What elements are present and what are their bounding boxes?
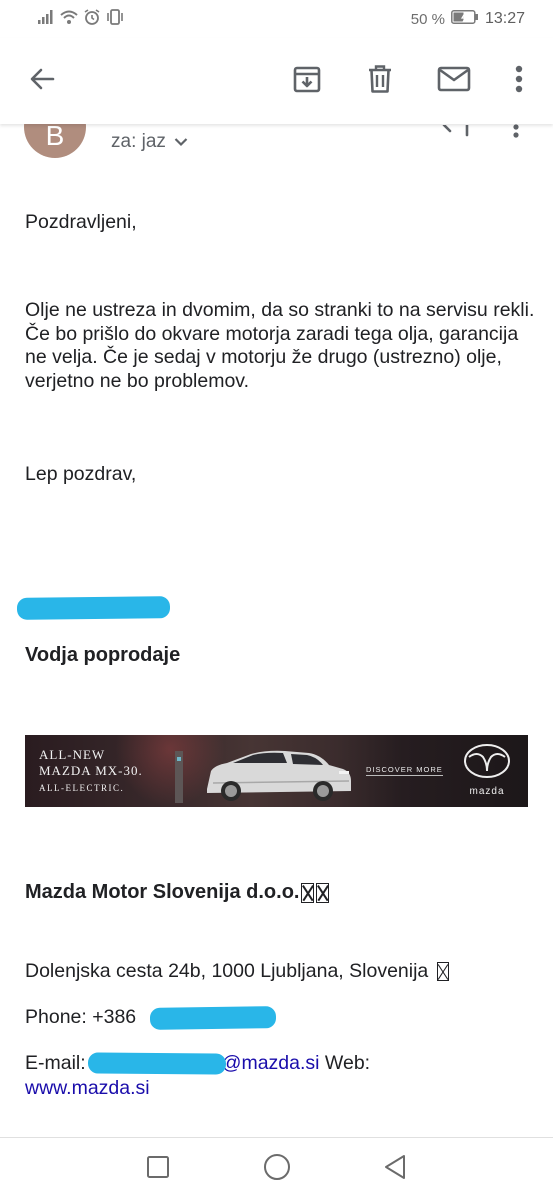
message-paragraph: Olje ne ustreza in dvomim, da so stranki…: [25, 299, 535, 392]
app-bar: [0, 38, 553, 124]
status-icons-right: 50 % 13:27: [411, 9, 525, 29]
web-label: Web:: [319, 1052, 371, 1074]
email-link[interactable]: @mazda.si: [222, 1052, 320, 1074]
triangle-back-icon: [382, 1154, 408, 1185]
mark-unread-button[interactable]: [431, 58, 477, 104]
avatar-letter: B: [45, 124, 65, 151]
banner-headline: ALL-NEW MAZDA MX-30. ALL-ELECTRIC.: [39, 747, 143, 794]
status-bar: 50 % 13:27: [0, 0, 553, 38]
redacted-email: [87, 1052, 227, 1075]
alarm-icon: [84, 8, 100, 30]
message-closing: Lep pozdrav,: [25, 463, 137, 485]
square-icon: [146, 1155, 170, 1184]
clock: 13:27: [484, 10, 525, 27]
signature-address: Dolenjska cesta 24b, 1000 Ljubljana, Slo…: [25, 960, 450, 983]
message-header: B za: jaz: [0, 124, 553, 168]
banner-line-3: ALL-ELECTRIC.: [39, 783, 125, 793]
reply-icon: [440, 124, 474, 141]
home-button[interactable]: [262, 1153, 292, 1186]
banner-line-1: ALL-NEW: [39, 747, 106, 762]
vibrate-icon: [106, 8, 124, 30]
circle-icon: [263, 1153, 291, 1186]
email-prefix: E-mail:: [25, 1052, 86, 1074]
missing-glyph-box: [301, 882, 315, 903]
redacted-name: [16, 596, 171, 620]
mazda-logo: mazda: [457, 743, 517, 797]
signal-icon: [38, 9, 54, 29]
mazda-wordmark: mazda: [469, 786, 505, 797]
archive-icon: [292, 64, 322, 99]
recent-apps-button[interactable]: [143, 1154, 173, 1184]
reply-button[interactable]: [440, 124, 474, 142]
sender-avatar[interactable]: B: [24, 124, 86, 158]
company-name: Mazda Motor Slovenija d.o.o.: [25, 881, 300, 903]
back-arrow-icon: [28, 65, 56, 98]
delete-button[interactable]: [357, 58, 403, 104]
mail-icon: [437, 66, 471, 97]
mazda-banner-image[interactable]: ALL-NEW MAZDA MX-30. ALL-ELECTRIC. DISCO…: [25, 735, 528, 807]
signature-phone: Phone: +386: [25, 1006, 136, 1029]
battery-icon: [451, 10, 479, 28]
web-link[interactable]: www.mazda.si: [25, 1077, 150, 1100]
message-greeting: Pozdravljeni,: [25, 211, 137, 233]
signature-company: Mazda Motor Slovenija d.o.o.: [25, 881, 330, 904]
archive-button[interactable]: [284, 58, 330, 104]
trash-icon: [366, 64, 394, 99]
banner-line-2: MAZDA MX-30.: [39, 763, 143, 778]
phone-prefix: Phone: +386: [25, 1006, 137, 1028]
missing-glyph-box: [316, 882, 330, 903]
system-navigation-bar: [0, 1138, 553, 1200]
address-text: Dolenjska cesta 24b, 1000 Ljubljana, Slo…: [25, 960, 429, 982]
more-options-button[interactable]: [496, 58, 542, 104]
car-image: [173, 741, 363, 807]
system-back-button[interactable]: [380, 1154, 410, 1184]
discover-more-link[interactable]: DISCOVER MORE: [366, 765, 443, 776]
chevron-down-icon: [174, 131, 188, 153]
back-button[interactable]: [19, 58, 65, 104]
more-vert-icon: [512, 124, 520, 142]
signature-role: Vodja poprodaje: [25, 644, 181, 666]
wifi-icon: [60, 10, 78, 29]
redacted-phone: [149, 1006, 277, 1030]
message-more-button[interactable]: [512, 124, 520, 143]
more-vert-icon: [515, 65, 523, 98]
missing-glyph-box: [437, 962, 450, 981]
battery-percent: 50 %: [410, 10, 445, 28]
status-icons-left: [38, 8, 124, 30]
recipient-label: za: jaz: [111, 131, 166, 152]
recipient-details-toggle[interactable]: za: jaz: [111, 131, 188, 153]
